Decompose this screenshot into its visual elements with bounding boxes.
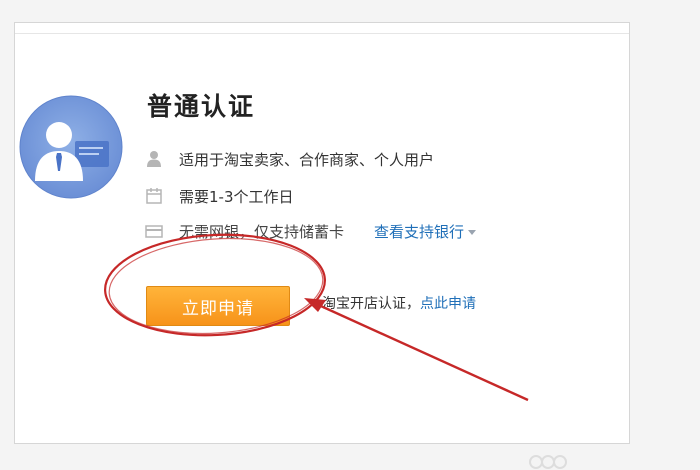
watermark-icon — [529, 455, 567, 469]
page-title: 普通认证 — [147, 92, 256, 121]
page: 普通认证 适用于淘宝卖家、合作商家、个人用户 需要1-3个工作日 无需网银，仅支… — [0, 0, 700, 470]
info-row-users: 适用于淘宝卖家、合作商家、个人用户 — [145, 148, 434, 170]
link-label: 查看支持银行 — [374, 222, 465, 241]
apply-now-button[interactable]: 立即申请 — [146, 286, 290, 326]
person-icon — [145, 150, 163, 168]
card-icon — [145, 222, 163, 240]
apply-here-link[interactable]: 点此申请 — [420, 296, 476, 312]
info-row-label: 无需网银，仅支持储蓄卡 — [179, 222, 345, 241]
shop-note-text: 淘宝开店认证， — [322, 296, 420, 312]
shop-certification-note: 淘宝开店认证，点此申请 — [322, 293, 476, 313]
calendar-icon — [145, 187, 163, 205]
caret-down-icon — [468, 229, 477, 235]
avatar — [19, 95, 123, 199]
divider — [15, 33, 629, 34]
info-row-duration: 需要1-3个工作日 — [145, 185, 294, 207]
info-row-label: 适用于淘宝卖家、合作商家、个人用户 — [179, 150, 435, 169]
info-row-bank: 无需网银，仅支持储蓄卡 查看支持银行 — [145, 220, 477, 242]
info-row-label: 需要1-3个工作日 — [179, 187, 294, 206]
certification-card: 普通认证 适用于淘宝卖家、合作商家、个人用户 需要1-3个工作日 无需网银，仅支… — [14, 22, 630, 444]
view-supported-banks-link[interactable]: 查看支持银行 — [374, 221, 477, 242]
